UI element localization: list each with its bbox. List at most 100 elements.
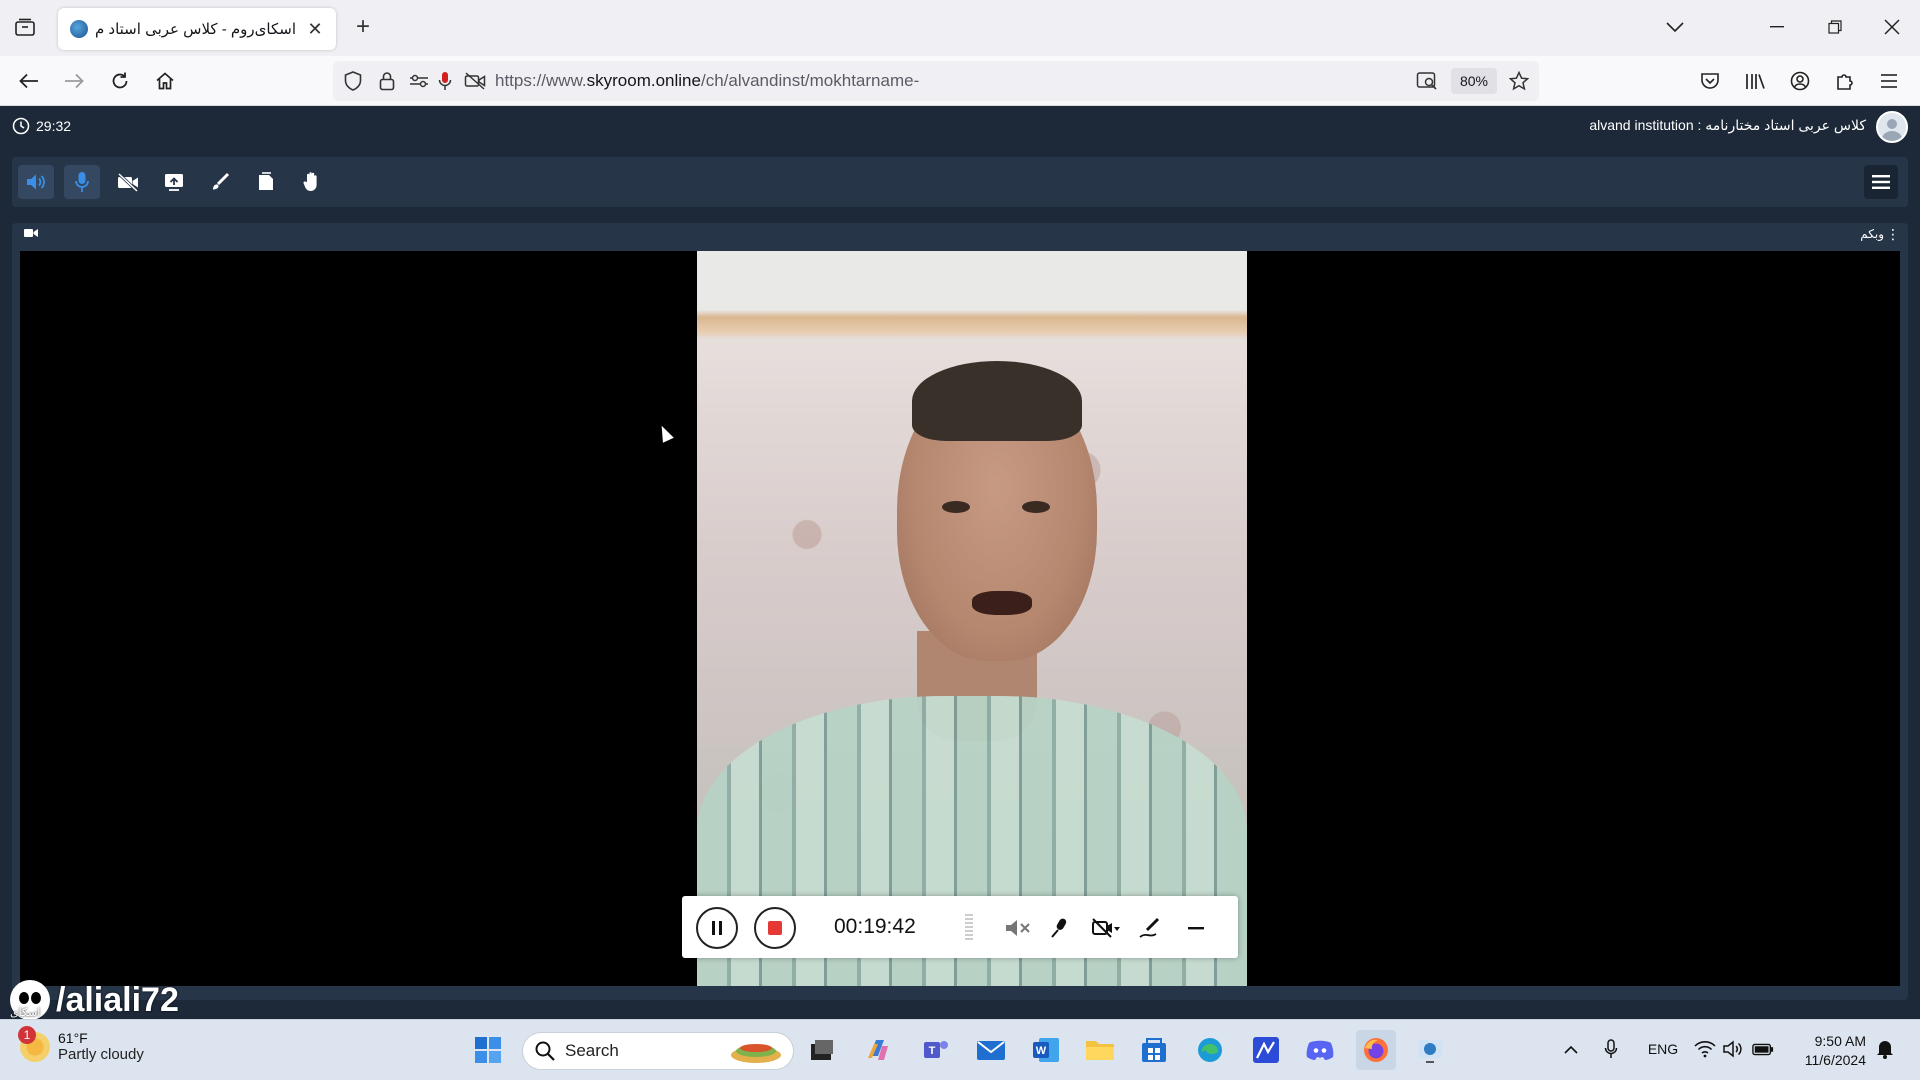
- taskbar-search-box[interactable]: Search: [522, 1032, 794, 1070]
- notification-bell-icon[interactable]: [1874, 1038, 1896, 1060]
- zoom-level-button[interactable]: 80%: [1451, 68, 1497, 94]
- reader-view-icon[interactable]: [1415, 69, 1439, 93]
- drag-handle[interactable]: [965, 914, 973, 940]
- microsoft-store-icon[interactable]: [1134, 1030, 1174, 1070]
- url-bar[interactable]: https://www.skyroom.online/ch/alvandinst…: [333, 61, 1539, 101]
- video-person-hair: [912, 361, 1082, 441]
- screen-recorder-bar: 00:19:42: [682, 896, 1238, 958]
- show-hidden-icons-chevron-icon[interactable]: [1560, 1038, 1582, 1060]
- new-tab-button[interactable]: +: [350, 14, 376, 40]
- lock-icon[interactable]: [375, 69, 399, 93]
- minimize-recorder-icon[interactable]: [1180, 912, 1212, 944]
- search-label: Search: [565, 1041, 619, 1060]
- windows-taskbar: 1 61°F Partly cloudy Search T W ENG 9:50…: [0, 1019, 1920, 1080]
- watermark-small-text: اسکای: [10, 1007, 41, 1019]
- wifi-icon[interactable]: [1694, 1038, 1716, 1060]
- raise-hand-icon[interactable]: [294, 165, 330, 199]
- camera-blocked-icon[interactable]: [463, 69, 487, 93]
- restore-window-icon[interactable]: [1820, 12, 1850, 42]
- video-camera-icon: [24, 229, 38, 237]
- extensions-icon[interactable]: [1830, 66, 1860, 96]
- browser-navigation-bar: https://www.skyroom.online/ch/alvandinst…: [0, 56, 1920, 106]
- file-explorer-icon[interactable]: [1080, 1030, 1120, 1070]
- watermark: /aliali72 اسکای: [10, 980, 179, 1020]
- svg-text:T: T: [929, 1045, 936, 1057]
- tab-title: اسکای‌روم - کلاس عربی استاد م: [94, 21, 296, 38]
- forward-arrow-icon[interactable]: [59, 66, 89, 96]
- url-text[interactable]: https://www.skyroom.online/ch/alvandinst…: [495, 71, 919, 91]
- microphone-icon[interactable]: [64, 165, 100, 199]
- windows-start-icon[interactable]: [468, 1030, 508, 1070]
- battery-icon[interactable]: [1752, 1038, 1774, 1060]
- search-highlight-icon: [731, 1044, 781, 1063]
- bookmark-star-icon[interactable]: [1507, 69, 1531, 93]
- tab-close-icon[interactable]: ✕: [306, 19, 324, 40]
- panel-header: وبکم ⋮: [12, 223, 1908, 245]
- webcam-video: [697, 251, 1247, 986]
- task-view-icon[interactable]: [802, 1030, 842, 1070]
- url-prefix: https://www.: [495, 71, 587, 90]
- microphone-tray-icon[interactable]: [1600, 1038, 1622, 1060]
- firefox-icon[interactable]: [1356, 1030, 1396, 1070]
- speaker-icon[interactable]: [18, 165, 54, 199]
- skyroom-app-icon[interactable]: [1410, 1030, 1450, 1070]
- account-icon[interactable]: [1785, 66, 1815, 96]
- word-icon[interactable]: W: [1026, 1030, 1066, 1070]
- app-menu-icon[interactable]: [1874, 66, 1904, 96]
- mute-speaker-icon[interactable]: [1002, 912, 1034, 944]
- panel-options-icon[interactable]: ⋮: [1886, 226, 1900, 243]
- clock-time: 9:50 AM: [1814, 1033, 1866, 1049]
- session-timer: 29:32: [12, 117, 71, 135]
- back-arrow-icon[interactable]: [14, 66, 44, 96]
- clock-date: 11/6/2024: [1804, 1052, 1866, 1068]
- video-stage: [20, 251, 1900, 986]
- pause-recording-button[interactable]: [696, 907, 738, 949]
- close-window-icon[interactable]: [1877, 12, 1907, 42]
- camera-options-icon[interactable]: [1090, 912, 1122, 944]
- edge-icon[interactable]: [1190, 1030, 1230, 1070]
- room-title: کلاس عربی استاد مختارنامه : alvand insti…: [1589, 117, 1866, 133]
- skyroom-app: 29:32 کلاس عربی استاد مختارنامه : alvand…: [0, 107, 1920, 1019]
- url-path: /ch/alvandinst/mokhtarname-: [700, 71, 920, 90]
- pause-icon: [712, 921, 722, 935]
- drawing-app-icon[interactable]: [1246, 1030, 1286, 1070]
- home-icon[interactable]: [150, 66, 180, 96]
- tab-list-icon[interactable]: [12, 14, 38, 40]
- stop-recording-button[interactable]: [754, 907, 796, 949]
- annotate-pen-icon[interactable]: [1136, 912, 1168, 944]
- list-all-tabs-chevron-icon[interactable]: [1660, 12, 1690, 42]
- discord-icon[interactable]: [1300, 1030, 1340, 1070]
- browser-tab-active[interactable]: اسکای‌روم - کلاس عربی استاد م ✕: [58, 8, 336, 50]
- partly-cloudy-icon: 1: [18, 1025, 50, 1062]
- library-icon[interactable]: [1740, 66, 1770, 96]
- user-avatar[interactable]: [1876, 111, 1908, 143]
- weather-notification-badge: 1: [18, 1025, 36, 1044]
- stop-icon: [768, 921, 782, 935]
- weather-temperature: 61°F: [58, 1030, 88, 1046]
- mail-icon[interactable]: [971, 1030, 1011, 1070]
- weather-widget[interactable]: 1 61°F Partly cloudy: [18, 1025, 144, 1063]
- taskbar-clock[interactable]: 9:50 AM 11/6/2024: [1805, 1032, 1866, 1070]
- mute-microphone-icon[interactable]: [1044, 912, 1076, 944]
- tracking-protection-shield-icon[interactable]: [341, 69, 365, 93]
- weather-condition: Partly cloudy: [58, 1046, 144, 1063]
- volume-icon[interactable]: [1722, 1038, 1744, 1060]
- teams-icon[interactable]: T: [916, 1030, 956, 1070]
- url-domain: skyroom.online: [586, 71, 701, 90]
- copilot-icon[interactable]: [858, 1030, 898, 1070]
- hamburger-menu-icon[interactable]: [1864, 165, 1898, 199]
- permissions-icon[interactable]: [407, 69, 431, 93]
- minimize-window-icon[interactable]: [1762, 12, 1792, 42]
- whiteboard-brush-icon[interactable]: [202, 165, 238, 199]
- file-icon[interactable]: [248, 165, 284, 199]
- watermark-handle: /aliali72: [56, 980, 179, 1019]
- skyroom-favicon-icon: [70, 20, 88, 38]
- camera-off-icon[interactable]: [110, 165, 146, 199]
- screen-share-icon[interactable]: [156, 165, 192, 199]
- webcam-panel: وبکم ⋮: [12, 223, 1908, 1000]
- reload-icon[interactable]: [105, 66, 135, 96]
- video-person-eye: [942, 501, 970, 513]
- microphone-in-use-icon[interactable]: [433, 69, 457, 93]
- pocket-icon[interactable]: [1695, 66, 1725, 96]
- language-indicator[interactable]: ENG: [1646, 1038, 1680, 1060]
